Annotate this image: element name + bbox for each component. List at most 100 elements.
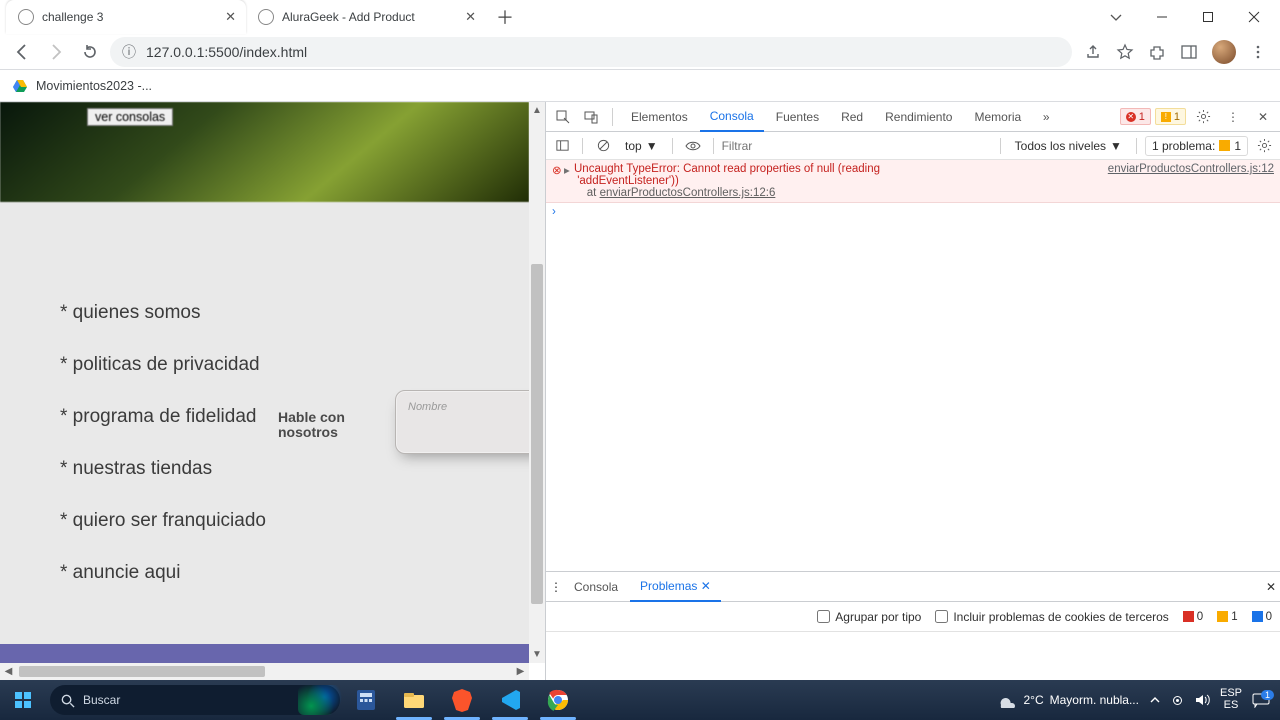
pin-brave[interactable] xyxy=(438,680,486,720)
drawer-body xyxy=(546,632,1280,680)
tab-performance[interactable]: Rendimiento xyxy=(875,102,962,132)
cloud-icon xyxy=(995,692,1017,708)
stack-link[interactable]: enviarProductosControllers.js:12:6 xyxy=(600,187,776,199)
pin-explorer[interactable] xyxy=(390,680,438,720)
profile-avatar[interactable] xyxy=(1212,40,1236,64)
horizontal-scrollbar[interactable]: ◀ ▶ xyxy=(0,663,529,680)
kebab-icon[interactable]: ⋮ xyxy=(1220,104,1246,130)
scroll-thumb[interactable] xyxy=(531,264,543,604)
pin-calculator[interactable] xyxy=(342,680,390,720)
issue-count-info: 0 xyxy=(1252,611,1272,623)
placeholder-text: Nombre xyxy=(408,401,447,413)
taskbar-search[interactable]: Buscar xyxy=(50,685,340,715)
more-tabs-icon[interactable]: » xyxy=(1033,104,1059,130)
weather-temp: 2°C xyxy=(1023,693,1043,707)
gear-icon[interactable] xyxy=(1190,104,1216,130)
tab-console[interactable]: Consola xyxy=(700,102,764,132)
site-info-icon[interactable]: ⓘ xyxy=(122,42,136,62)
footer-link[interactable]: * quienes somos xyxy=(60,302,529,324)
address-bar[interactable]: ⓘ 127.0.0.1:5500/index.html xyxy=(110,37,1072,67)
scroll-right-icon[interactable]: ▶ xyxy=(512,666,529,677)
tab-network[interactable]: Red xyxy=(831,102,873,132)
notification-count: 1 xyxy=(1261,690,1274,700)
globe-icon xyxy=(18,9,34,25)
tab-title: challenge 3 xyxy=(42,10,103,24)
contact-heading: Hable con nosotros xyxy=(278,410,378,439)
language-indicator[interactable]: ESP ES xyxy=(1220,688,1242,711)
kebab-icon[interactable]: ⋮ xyxy=(550,580,562,594)
gear-icon[interactable] xyxy=(1252,134,1276,158)
drawer-tab-problems[interactable]: Problemas ✕ xyxy=(630,572,721,602)
live-expression-icon[interactable] xyxy=(681,134,705,158)
tab-sources[interactable]: Fuentes xyxy=(766,102,829,132)
maximize-button[interactable] xyxy=(1186,3,1230,31)
close-icon[interactable]: ✕ xyxy=(701,579,711,593)
footer-link[interactable]: * quiero ser franquiciado xyxy=(60,510,529,532)
footer-link[interactable]: * nuestras tiendas xyxy=(60,458,529,480)
search-icon xyxy=(60,693,75,708)
scroll-up-icon[interactable]: ▲ xyxy=(529,102,545,119)
clear-console-icon[interactable] xyxy=(591,134,615,158)
menu-icon[interactable] xyxy=(1250,44,1266,60)
name-input[interactable]: Nombre xyxy=(395,390,545,454)
extensions-icon[interactable] xyxy=(1148,43,1166,61)
inspect-icon[interactable] xyxy=(550,104,576,130)
volume-icon[interactable] xyxy=(1194,693,1210,707)
scroll-down-icon[interactable]: ▼ xyxy=(529,646,545,663)
console-prompt[interactable]: › xyxy=(546,203,1280,221)
share-icon[interactable] xyxy=(1084,43,1102,61)
drawer-tab-console[interactable]: Consola xyxy=(564,572,628,602)
tab-title: AluraGeek - Add Product xyxy=(282,10,415,24)
notifications-button[interactable]: 1 xyxy=(1252,692,1270,708)
browser-tab-2[interactable]: AluraGeek - Add Product ✕ xyxy=(246,0,486,34)
source-link[interactable]: enviarProductosControllers.js:12 xyxy=(1098,163,1274,199)
reload-button[interactable] xyxy=(76,38,104,66)
chevron-down-icon[interactable] xyxy=(1094,3,1138,31)
close-icon[interactable]: ✕ xyxy=(225,9,236,25)
vertical-scrollbar[interactable]: ▲ ▼ xyxy=(529,102,545,663)
close-window-button[interactable] xyxy=(1232,3,1276,31)
browser-tab-1[interactable]: challenge 3 ✕ xyxy=(6,0,246,34)
tab-memory[interactable]: Memoria xyxy=(964,102,1031,132)
page-footer-strip xyxy=(0,644,529,663)
minimize-button[interactable] xyxy=(1140,3,1184,31)
ver-consolas-button[interactable]: ver consolas xyxy=(87,108,173,126)
error-count-badge[interactable]: ✕1 xyxy=(1120,108,1151,125)
weather-widget[interactable]: 2°C Mayorm. nubla... xyxy=(995,692,1139,708)
device-toggle-icon[interactable] xyxy=(578,104,604,130)
log-levels-selector[interactable]: Todos los niveles ▼ xyxy=(1009,139,1128,153)
tab-elements[interactable]: Elementos xyxy=(621,102,698,132)
close-devtools-icon[interactable]: ✕ xyxy=(1250,104,1276,130)
location-icon[interactable] xyxy=(1171,694,1184,707)
scroll-left-icon[interactable]: ◀ xyxy=(0,666,17,677)
issues-pill[interactable]: 1 problema: 1 xyxy=(1145,136,1248,156)
console-sidebar-icon[interactable] xyxy=(550,134,574,158)
sidepanel-icon[interactable] xyxy=(1180,43,1198,61)
issue-count-errors: 0 xyxy=(1183,611,1203,623)
footer-link[interactable]: * politicas de privacidad xyxy=(60,354,529,376)
globe-icon xyxy=(258,9,274,25)
start-button[interactable] xyxy=(0,680,46,720)
close-drawer-icon[interactable]: ✕ xyxy=(1266,580,1276,594)
context-selector[interactable]: top ▼ xyxy=(619,139,664,153)
new-tab-button[interactable]: ＋ xyxy=(486,4,524,30)
bookmark-star-icon[interactable] xyxy=(1116,43,1134,61)
console-error-row[interactable]: ⊗ ▸ Uncaught TypeError: Cannot read prop… xyxy=(546,160,1280,203)
scroll-thumb[interactable] xyxy=(19,666,265,677)
tray-chevron-icon[interactable] xyxy=(1149,694,1161,706)
warning-count-badge[interactable]: !1 xyxy=(1155,108,1186,125)
pin-vscode[interactable] xyxy=(486,680,534,720)
expand-icon[interactable]: ▸ xyxy=(564,163,574,199)
group-by-type-checkbox[interactable]: Agrupar por tipo xyxy=(817,610,921,624)
url-text: 127.0.0.1:5500/index.html xyxy=(146,44,307,60)
forward-button[interactable] xyxy=(42,38,70,66)
drive-icon xyxy=(12,78,28,94)
close-icon[interactable]: ✕ xyxy=(465,9,476,25)
filter-input[interactable] xyxy=(722,135,992,157)
thirdparty-cookies-checkbox[interactable]: Incluir problemas de cookies de terceros xyxy=(935,610,1168,624)
hero-banner: ver consolas xyxy=(0,102,529,202)
bookmark-item[interactable]: Movimientos2023 -... xyxy=(36,79,152,93)
footer-link[interactable]: * anuncie aqui xyxy=(60,562,529,584)
pin-chrome[interactable] xyxy=(534,680,582,720)
back-button[interactable] xyxy=(8,38,36,66)
